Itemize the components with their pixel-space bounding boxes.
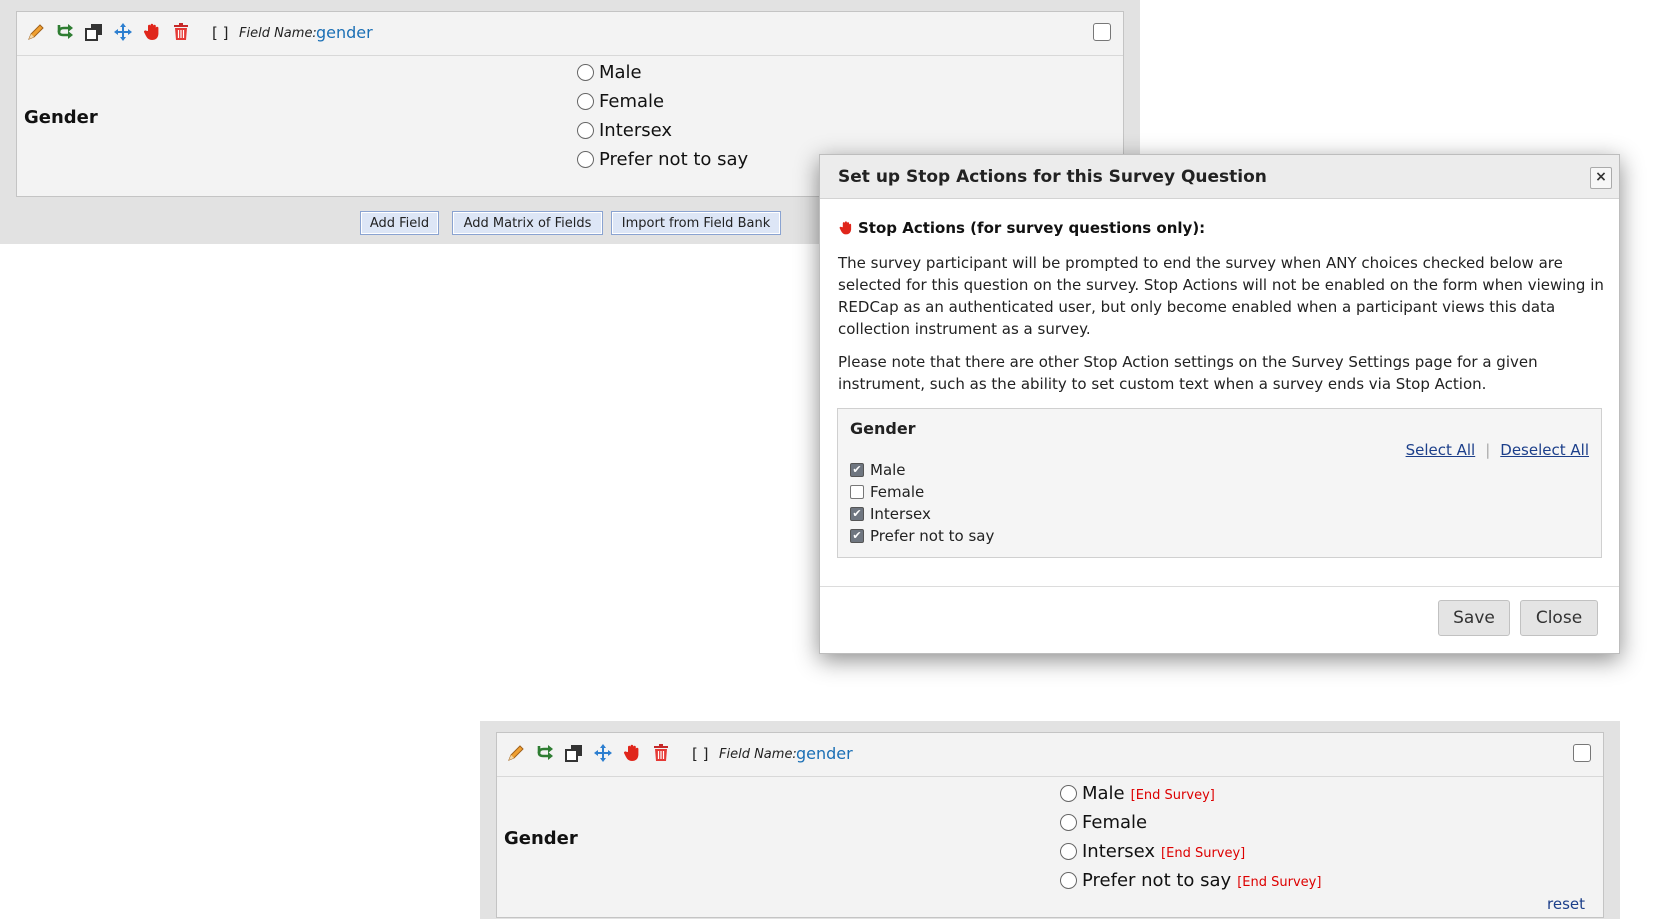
move-icon[interactable] [592, 742, 613, 764]
choice-row[interactable]: Female [1060, 808, 1321, 837]
option-row[interactable]: Female [850, 481, 994, 503]
field-select-checkbox[interactable] [1093, 23, 1111, 41]
close-button[interactable]: Close [1520, 600, 1598, 636]
option-checkbox[interactable]: ✔ [850, 507, 864, 521]
stop-hand-icon[interactable] [141, 21, 162, 43]
end-survey-tag: [End Survey] [1161, 845, 1246, 861]
option-label: Male [870, 461, 906, 479]
question-label: Gender [24, 107, 98, 128]
branch-icon[interactable] [534, 742, 555, 764]
choice-label: Female [1082, 812, 1148, 833]
import-field-bank-button[interactable]: Import from Field Bank [611, 211, 781, 235]
choice-label: Female [599, 91, 665, 112]
choice-label: Male [599, 62, 642, 83]
pencil-icon[interactable] [25, 21, 46, 43]
stop-hand-icon[interactable] [621, 742, 642, 764]
field-name-value[interactable]: gender [316, 23, 373, 42]
stop-hand-icon [838, 220, 854, 236]
choice-row[interactable]: Male [577, 58, 748, 87]
field-toolbar: [ ] Field Name: gender [17, 12, 1123, 56]
radio-button[interactable] [577, 93, 594, 110]
description-paragraph: The survey participant will be prompted … [838, 254, 1604, 338]
choice-label: Prefer not to say [1082, 870, 1232, 891]
question-label: Gender [504, 828, 578, 849]
choices-title: Gender [850, 419, 916, 438]
option-label: Prefer not to say [870, 527, 995, 545]
field-box: [ ] Field Name: gender Gender Male [End S… [496, 732, 1604, 918]
choice-row[interactable]: Prefer not to say [577, 145, 748, 174]
stop-actions-heading: Stop Actions (for survey questions only)… [838, 219, 1205, 237]
note-paragraph: Please note that there are other Stop Ac… [838, 353, 1538, 393]
copy-icon[interactable] [563, 742, 584, 764]
deselect-all-link[interactable]: Deselect All [1500, 441, 1589, 459]
trash-icon[interactable] [650, 742, 671, 764]
choice-label: Prefer not to say [599, 149, 749, 170]
option-label: Intersex [870, 505, 931, 523]
radio-button[interactable] [1060, 785, 1077, 802]
field-name-value[interactable]: gender [796, 744, 853, 763]
radio-button[interactable] [577, 64, 594, 81]
dialog-titlebar: Set up Stop Actions for this Survey Ques… [820, 155, 1619, 199]
move-icon[interactable] [112, 21, 133, 43]
choice-list: Male [End Survey] Female Intersex [End Sur… [1060, 779, 1321, 895]
field-bracket: [ ] [692, 745, 709, 763]
option-label: Female [870, 483, 925, 501]
pencil-icon[interactable] [505, 742, 526, 764]
heading-text: Stop Actions (for survey questions only)… [858, 219, 1206, 237]
trash-icon[interactable] [170, 21, 191, 43]
link-separator: | [1485, 441, 1491, 459]
option-row[interactable]: ✔ Prefer not to say [850, 525, 994, 547]
end-survey-tag: [End Survey] [1237, 874, 1322, 890]
bottom-field-panel: [ ] Field Name: gender Gender Male [End S… [480, 721, 1620, 919]
choice-label: Male [1082, 783, 1125, 804]
radio-button[interactable] [577, 122, 594, 139]
select-all-link[interactable]: Select All [1406, 441, 1476, 459]
option-row[interactable]: ✔ Intersex [850, 503, 994, 525]
reset-link[interactable]: reset [1547, 895, 1585, 913]
choice-row[interactable]: Prefer not to say [End Survey] [1060, 866, 1321, 895]
branch-icon[interactable] [54, 21, 75, 43]
radio-button[interactable] [1060, 843, 1077, 860]
choice-label: Intersex [599, 120, 673, 141]
copy-icon[interactable] [83, 21, 104, 43]
option-checkbox[interactable]: ✔ [850, 529, 864, 543]
field-name-label: Field Name: [239, 26, 317, 41]
option-checkbox[interactable]: ✔ [850, 463, 864, 477]
choice-row[interactable]: Intersex [End Survey] [1060, 837, 1321, 866]
choice-row[interactable]: Male [End Survey] [1060, 779, 1321, 808]
add-field-button[interactable]: Add Field [360, 211, 439, 235]
stop-actions-dialog: Set up Stop Actions for this Survey Ques… [819, 154, 1620, 654]
choices-box: Gender Select All | Deselect All ✔ Male F… [837, 408, 1602, 558]
dialog-close-icon[interactable]: × [1590, 167, 1612, 189]
radio-button[interactable] [1060, 872, 1077, 889]
option-row[interactable]: ✔ Male [850, 459, 994, 481]
radio-button[interactable] [577, 151, 594, 168]
stop-action-options: ✔ Male Female ✔ Intersex ✔ Prefer not to sa… [850, 459, 994, 547]
save-button[interactable]: Save [1438, 600, 1510, 636]
choice-row[interactable]: Intersex [577, 116, 748, 145]
end-survey-tag: [End Survey] [1130, 787, 1215, 803]
choice-row[interactable]: Female [577, 87, 748, 116]
radio-button[interactable] [1060, 814, 1077, 831]
choice-label: Intersex [1082, 841, 1156, 862]
option-checkbox[interactable] [850, 485, 864, 499]
choice-list: Male Female Intersex Prefer not to say [577, 58, 748, 174]
field-select-checkbox[interactable] [1573, 744, 1591, 762]
field-name-label: Field Name: [719, 747, 797, 762]
dialog-title: Set up Stop Actions for this Survey Ques… [838, 167, 1267, 187]
field-bracket: [ ] [212, 24, 229, 42]
add-matrix-button[interactable]: Add Matrix of Fields [452, 211, 603, 235]
field-toolbar: [ ] Field Name: gender [497, 733, 1603, 777]
dialog-footer: Save Close [820, 586, 1619, 653]
